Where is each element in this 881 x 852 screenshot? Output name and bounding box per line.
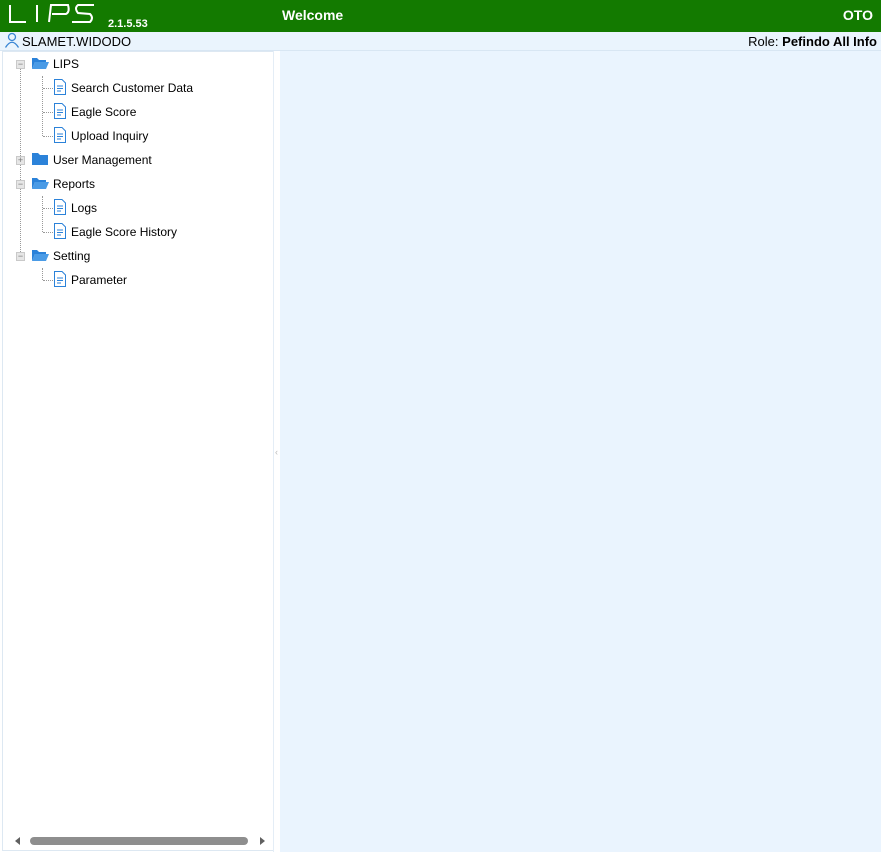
environment-label: OTO [842,7,873,23]
tree-item-label: Search Customer Data [71,81,194,95]
folder-open-icon [31,176,49,193]
tree-guide-line [43,232,53,233]
horizontal-scrollbar[interactable] [3,834,273,850]
tree-item-label: Upload Inquiry [71,129,149,143]
tree-item-eagle-score[interactable]: Eagle Score [53,100,136,124]
top-header-bar: 2.1.5.53 Welcome OTO [0,0,881,32]
tree-guide-line [43,136,53,137]
scroll-left-arrow-icon[interactable] [15,837,20,845]
tree-item-label: Eagle Score History [71,225,178,239]
collapse-toggle-reports[interactable]: − [16,180,25,189]
tree-folder-user-management[interactable]: User Management [31,148,152,172]
tree-guide-line [42,196,43,232]
collapse-toggle-setting[interactable]: − [16,252,25,261]
tree-item-label: Parameter [71,273,128,287]
tree-folder-label: LIPS [53,57,80,71]
tree-guide-line [43,112,53,113]
user-icon [4,32,20,51]
role-value: Pefindo All Info [782,34,877,49]
welcome-title: Welcome [282,7,344,23]
tree-folder-lips[interactable]: LIPS [31,52,79,76]
tree-item-label: Eagle Score [71,105,137,119]
tree-folder-label: Reports [53,177,96,191]
panel-splitter[interactable]: ‹ [273,51,280,852]
tree-item-label: Logs [71,201,98,215]
tree-item-upload-inquiry[interactable]: Upload Inquiry [53,124,148,148]
lips-logo [8,3,96,28]
tree-guide-line [42,268,43,280]
folder-open-icon [31,56,49,73]
tree-item-search-customer-data[interactable]: Search Customer Data [53,76,193,100]
tree-folder-label: Setting [53,249,91,263]
navigation-tree: − + − − LIPS Search Customer Data Eagle … [3,52,273,832]
document-icon [53,222,67,242]
role-label: Role: [748,34,779,49]
user-info-bar: SLAMET.WIDODO Role: Pefindo All Info [0,32,881,51]
tree-folder-label: User Management [53,153,152,167]
folder-open-icon [31,248,49,265]
navigation-panel: − + − − LIPS Search Customer Data Eagle … [2,51,274,851]
tree-item-eagle-score-history[interactable]: Eagle Score History [53,220,177,244]
tree-guide-line [43,208,53,209]
tree-guide-line [43,280,53,281]
tree-guide-line [42,76,43,136]
app-version: 2.1.5.53 [108,18,148,30]
collapse-toggle-lips[interactable]: − [16,60,25,69]
tree-folder-setting[interactable]: Setting [31,244,90,268]
tree-item-logs[interactable]: Logs [53,196,97,220]
splitter-grip-icon: ‹ [275,447,278,457]
scrollbar-thumb[interactable] [30,837,248,845]
folder-icon [31,152,49,169]
tree-guide-line [43,88,53,89]
main-content-area [280,51,881,852]
expand-toggle-user-management[interactable]: + [16,156,25,165]
scroll-right-arrow-icon[interactable] [260,837,265,845]
user-name: SLAMET.WIDODO [22,33,132,49]
document-icon [53,198,67,218]
document-icon [53,126,67,146]
user-role: Role: Pefindo All Info [748,34,877,49]
document-icon [53,78,67,98]
document-icon [53,270,67,290]
tree-item-parameter[interactable]: Parameter [53,268,127,292]
tree-folder-reports[interactable]: Reports [31,172,95,196]
document-icon [53,102,67,122]
current-user: SLAMET.WIDODO [4,32,132,51]
